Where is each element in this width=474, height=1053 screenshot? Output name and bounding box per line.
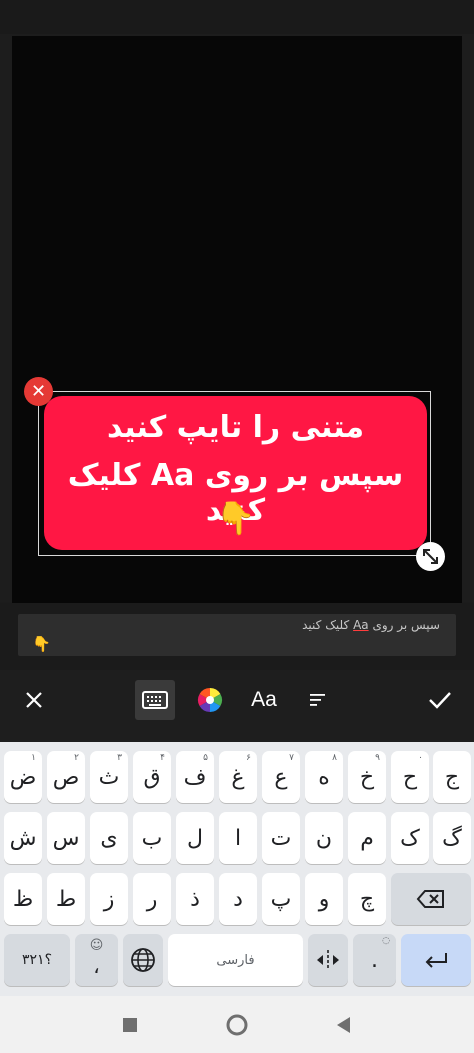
- keyboard-icon: [142, 691, 168, 709]
- text-input-line-2: 👇: [32, 635, 51, 653]
- sticker-line-1: متنی را تایپ کنید: [106, 410, 365, 445]
- key[interactable]: ظ: [4, 873, 42, 925]
- pointing-down-emoji: 👇: [215, 499, 256, 537]
- keyboard-button[interactable]: [135, 680, 175, 720]
- key[interactable]: ۴ق: [133, 751, 171, 803]
- status-bar: [0, 0, 474, 34]
- key[interactable]: ۹خ: [348, 751, 386, 803]
- key[interactable]: ۷ع: [262, 751, 300, 803]
- key[interactable]: د: [219, 873, 257, 925]
- key[interactable]: ی: [90, 812, 128, 864]
- key[interactable]: ۱ض: [4, 751, 42, 803]
- resize-arrows-icon: [423, 549, 438, 564]
- close-button[interactable]: [14, 680, 54, 720]
- text-input-line-1: سپس بر روی Aa کلیک کنید: [302, 618, 440, 632]
- key[interactable]: ب: [133, 812, 171, 864]
- key[interactable]: ر: [133, 873, 171, 925]
- key[interactable]: ا: [219, 812, 257, 864]
- key[interactable]: س: [47, 812, 85, 864]
- home-button[interactable]: [217, 996, 257, 1053]
- smiley-icon: ☺: [89, 938, 104, 953]
- key[interactable]: ز: [90, 873, 128, 925]
- system-nav-bar: [0, 996, 474, 1053]
- color-wheel-icon: [197, 688, 223, 712]
- key[interactable]: ۳ث: [90, 751, 128, 803]
- font-style-button[interactable]: Aa: [244, 680, 284, 720]
- key[interactable]: ۸ه: [305, 751, 343, 803]
- text-align-button[interactable]: [298, 680, 338, 720]
- color-palette-button[interactable]: [190, 680, 230, 720]
- align-left-icon: [310, 694, 325, 706]
- cursor-move-key[interactable]: [308, 934, 348, 986]
- enter-key[interactable]: [401, 934, 471, 986]
- key[interactable]: ط: [47, 873, 85, 925]
- key[interactable]: و: [305, 873, 343, 925]
- key[interactable]: ک: [391, 812, 429, 864]
- close-icon: [26, 692, 42, 708]
- key[interactable]: م: [348, 812, 386, 864]
- cursor-arrows-icon: [317, 950, 339, 970]
- emoji-comma-key[interactable]: ☺ ،: [75, 934, 118, 986]
- key[interactable]: پ: [262, 873, 300, 925]
- text-input-field[interactable]: سپس بر روی Aa کلیک کنید 👇: [18, 614, 456, 656]
- key[interactable]: ۵ف: [176, 751, 214, 803]
- recents-button[interactable]: [110, 996, 150, 1053]
- key[interactable]: ۰ح: [391, 751, 429, 803]
- symbols-key[interactable]: ؟۳۲۱: [4, 934, 70, 986]
- key[interactable]: ۶غ: [219, 751, 257, 803]
- resize-handle[interactable]: [416, 542, 445, 571]
- delete-sticker-button[interactable]: ✕: [24, 377, 53, 406]
- key[interactable]: ل: [176, 812, 214, 864]
- key[interactable]: ج: [433, 751, 471, 803]
- key[interactable]: چ: [348, 873, 386, 925]
- checkmark-icon: [429, 692, 451, 709]
- text-sticker[interactable]: متنی را تایپ کنید سپس بر روی Aa کلیک کنی…: [44, 396, 427, 550]
- period-key[interactable]: ◌ .: [353, 934, 396, 986]
- key[interactable]: ش: [4, 812, 42, 864]
- globe-icon: [131, 948, 155, 972]
- language-key[interactable]: [123, 934, 163, 986]
- enter-arrow-icon: [425, 953, 447, 968]
- key[interactable]: ۲ص: [47, 751, 85, 803]
- backspace-key[interactable]: [391, 873, 471, 925]
- key[interactable]: ن: [305, 812, 343, 864]
- key[interactable]: ذ: [176, 873, 214, 925]
- text-edit-toolbar: Aa: [0, 670, 474, 742]
- confirm-button[interactable]: [420, 680, 460, 720]
- back-button[interactable]: [324, 996, 364, 1053]
- triangle-back-icon: [337, 1016, 350, 1033]
- circle-icon: [226, 1014, 248, 1035]
- backspace-icon: [416, 890, 444, 908]
- square-icon: [123, 1017, 137, 1032]
- key[interactable]: ت: [262, 812, 300, 864]
- key[interactable]: گ: [433, 812, 471, 864]
- spacebar-key[interactable]: فارسی: [168, 934, 303, 986]
- persian-keyboard: ۱ض ۲ص ۳ث ۴ق ۵ف ۶غ ۷ع ۸ه ۹خ ۰ح ج ش س ی ب …: [0, 742, 474, 996]
